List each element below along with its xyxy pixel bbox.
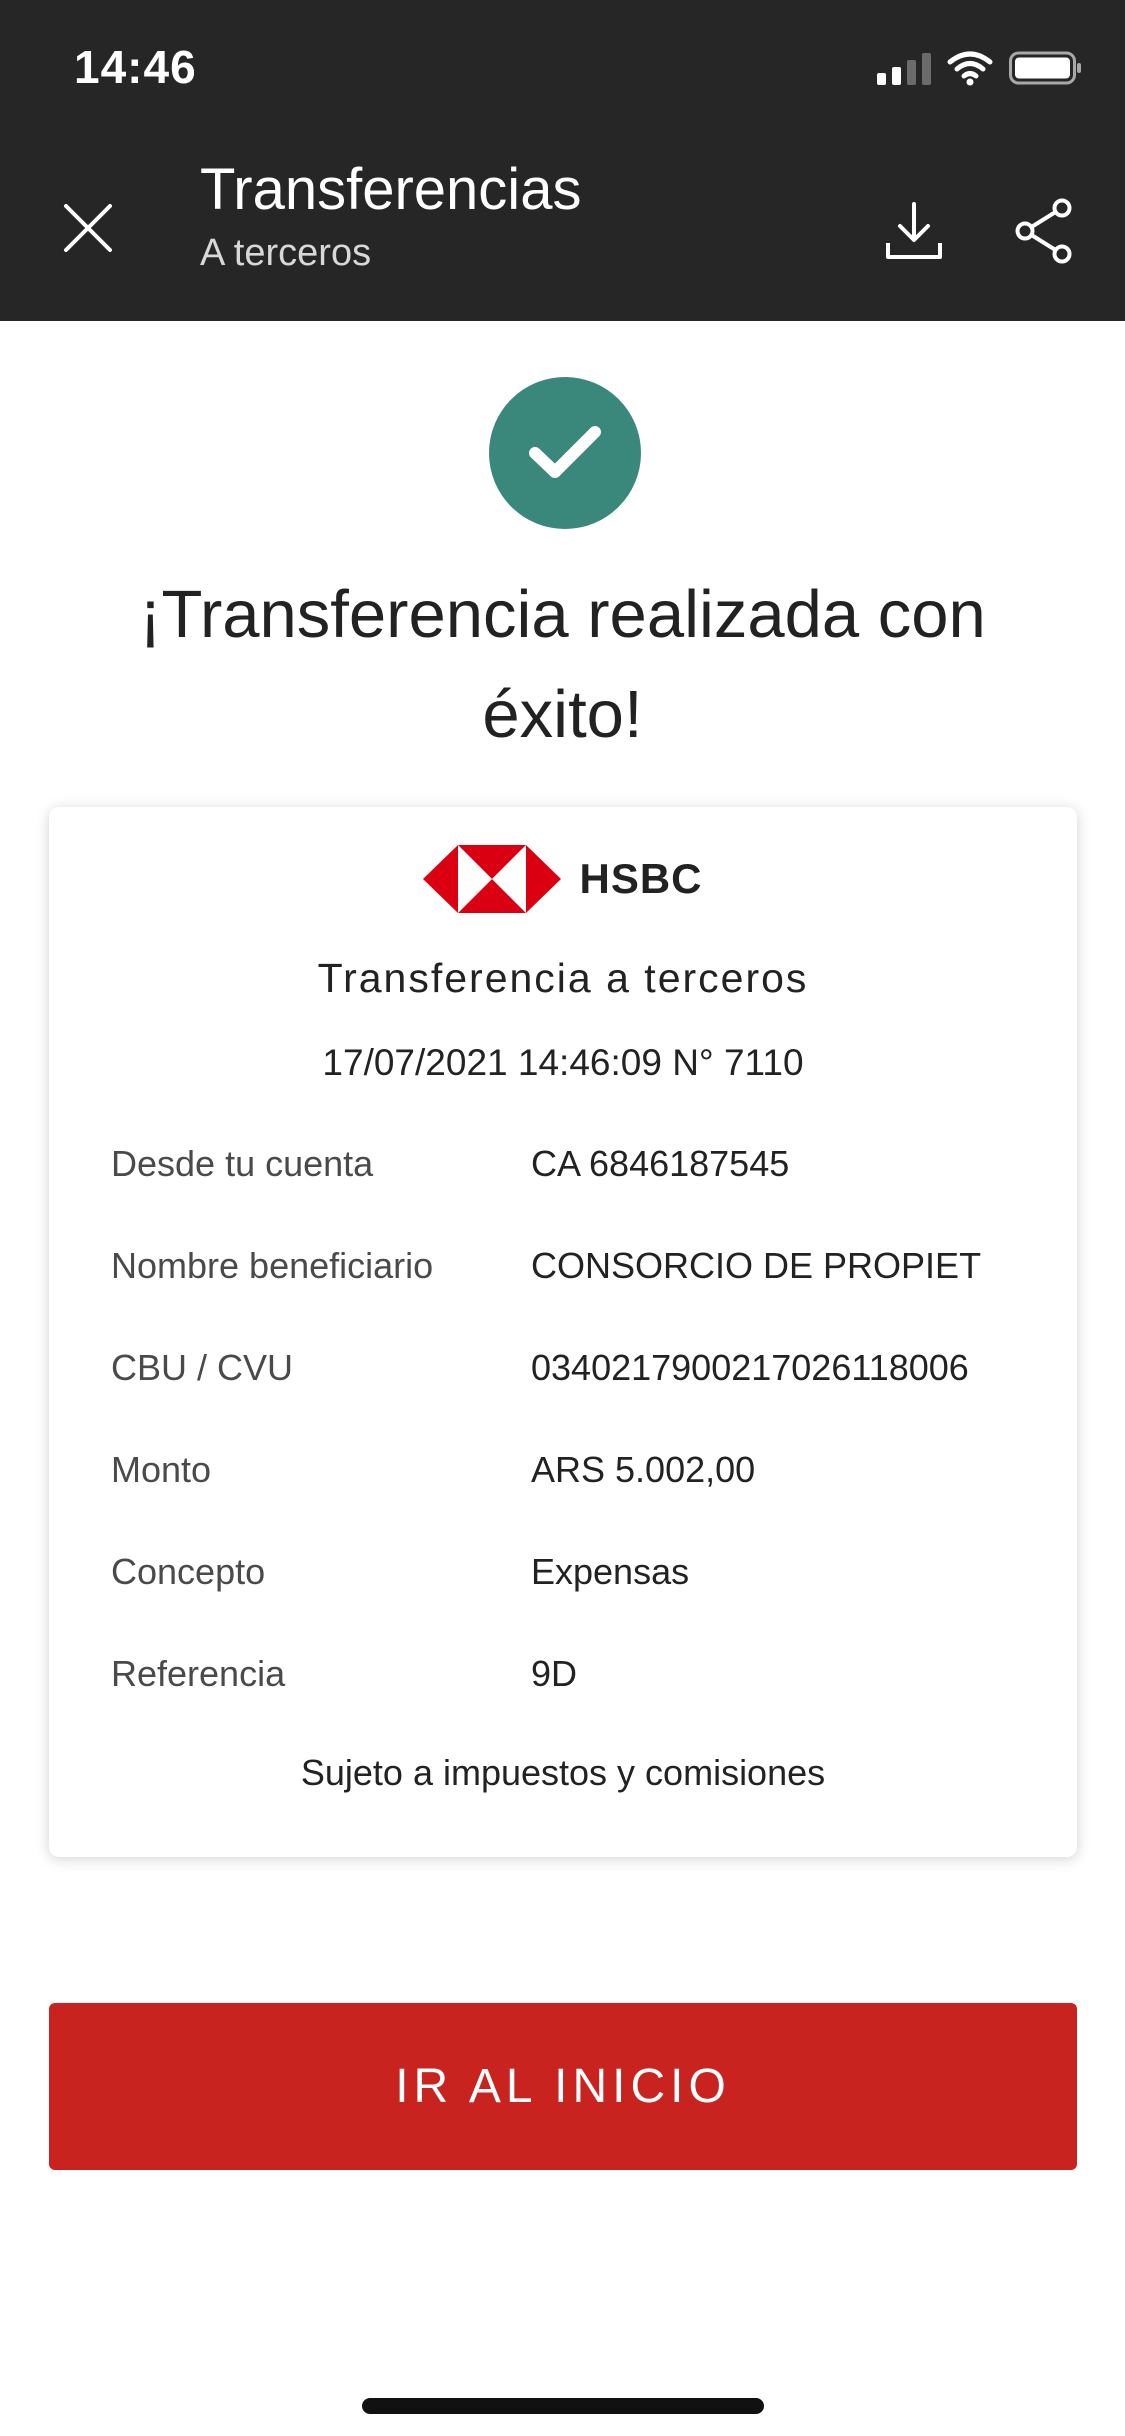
check-icon [529, 426, 601, 478]
signal-icon [877, 51, 931, 85]
detail-value: 0340217900217026118006 [531, 1347, 969, 1388]
receipt-card: HSBC Transferencia a terceros 17/07/2021… [49, 807, 1077, 1857]
detail-label: CBU / CVU [111, 1347, 294, 1388]
home-indicator[interactable] [362, 2398, 764, 2414]
detail-label: Nombre beneficiario [111, 1245, 434, 1286]
brand-name: HSBC [579, 855, 703, 902]
detail-row-reference: Referencia 9D [111, 1644, 1051, 1704]
hsbc-logo [423, 845, 562, 913]
receipt-datetime: 17/07/2021 14:46:09 N° 7110 [322, 1042, 804, 1083]
detail-row-beneficiary: Nombre beneficiario CONSORCIO DE PROPIET [111, 1236, 1051, 1296]
detail-row-concept: Concepto Expensas [111, 1542, 1051, 1602]
status-icons [877, 48, 1083, 88]
share-icon [1015, 198, 1072, 264]
detail-value: ARS 5.002,00 [531, 1449, 756, 1490]
status-time: 14:46 [74, 41, 197, 93]
detail-value: CONSORCIO DE PROPIET [531, 1245, 982, 1286]
detail-label: Concepto [111, 1551, 266, 1592]
go-home-button[interactable]: IR AL INICIO [49, 2003, 1077, 2170]
detail-label: Desde tu cuenta [111, 1143, 374, 1184]
page-title: Transferencias [200, 157, 582, 222]
app-header: 14:46 Transferencias A terceros [0, 0, 1125, 321]
tax-disclaimer: Sujeto a impuestos y comisiones [300, 1752, 826, 1793]
detail-row-cbu: CBU / CVU 0340217900217026118006 [111, 1338, 1051, 1398]
detail-row-amount: Monto ARS 5.002,00 [111, 1440, 1051, 1500]
detail-label: Referencia [111, 1653, 286, 1694]
detail-row-account: Desde tu cuenta CA 6846187545 [111, 1134, 1051, 1194]
close-button[interactable] [56, 196, 120, 260]
detail-value: Expensas [531, 1551, 690, 1592]
detail-value: CA 6846187545 [531, 1143, 790, 1184]
download-button[interactable] [878, 195, 950, 267]
detail-value: 9D [531, 1653, 578, 1694]
battery-icon [1009, 51, 1081, 85]
close-icon [64, 204, 112, 252]
page-subtitle: A terceros [200, 232, 372, 274]
success-message: ¡Transferencia realizada con éxito! [139, 577, 986, 752]
wifi-icon [947, 51, 993, 86]
brand-header: HSBC [49, 845, 1077, 913]
receipt-title: Transferencia a terceros [317, 955, 809, 1001]
share-button[interactable] [1008, 195, 1080, 267]
success-badge [489, 377, 641, 529]
download-icon [886, 202, 942, 259]
detail-label: Monto [111, 1449, 212, 1490]
header-title-block: Transferencias A terceros [200, 155, 581, 279]
